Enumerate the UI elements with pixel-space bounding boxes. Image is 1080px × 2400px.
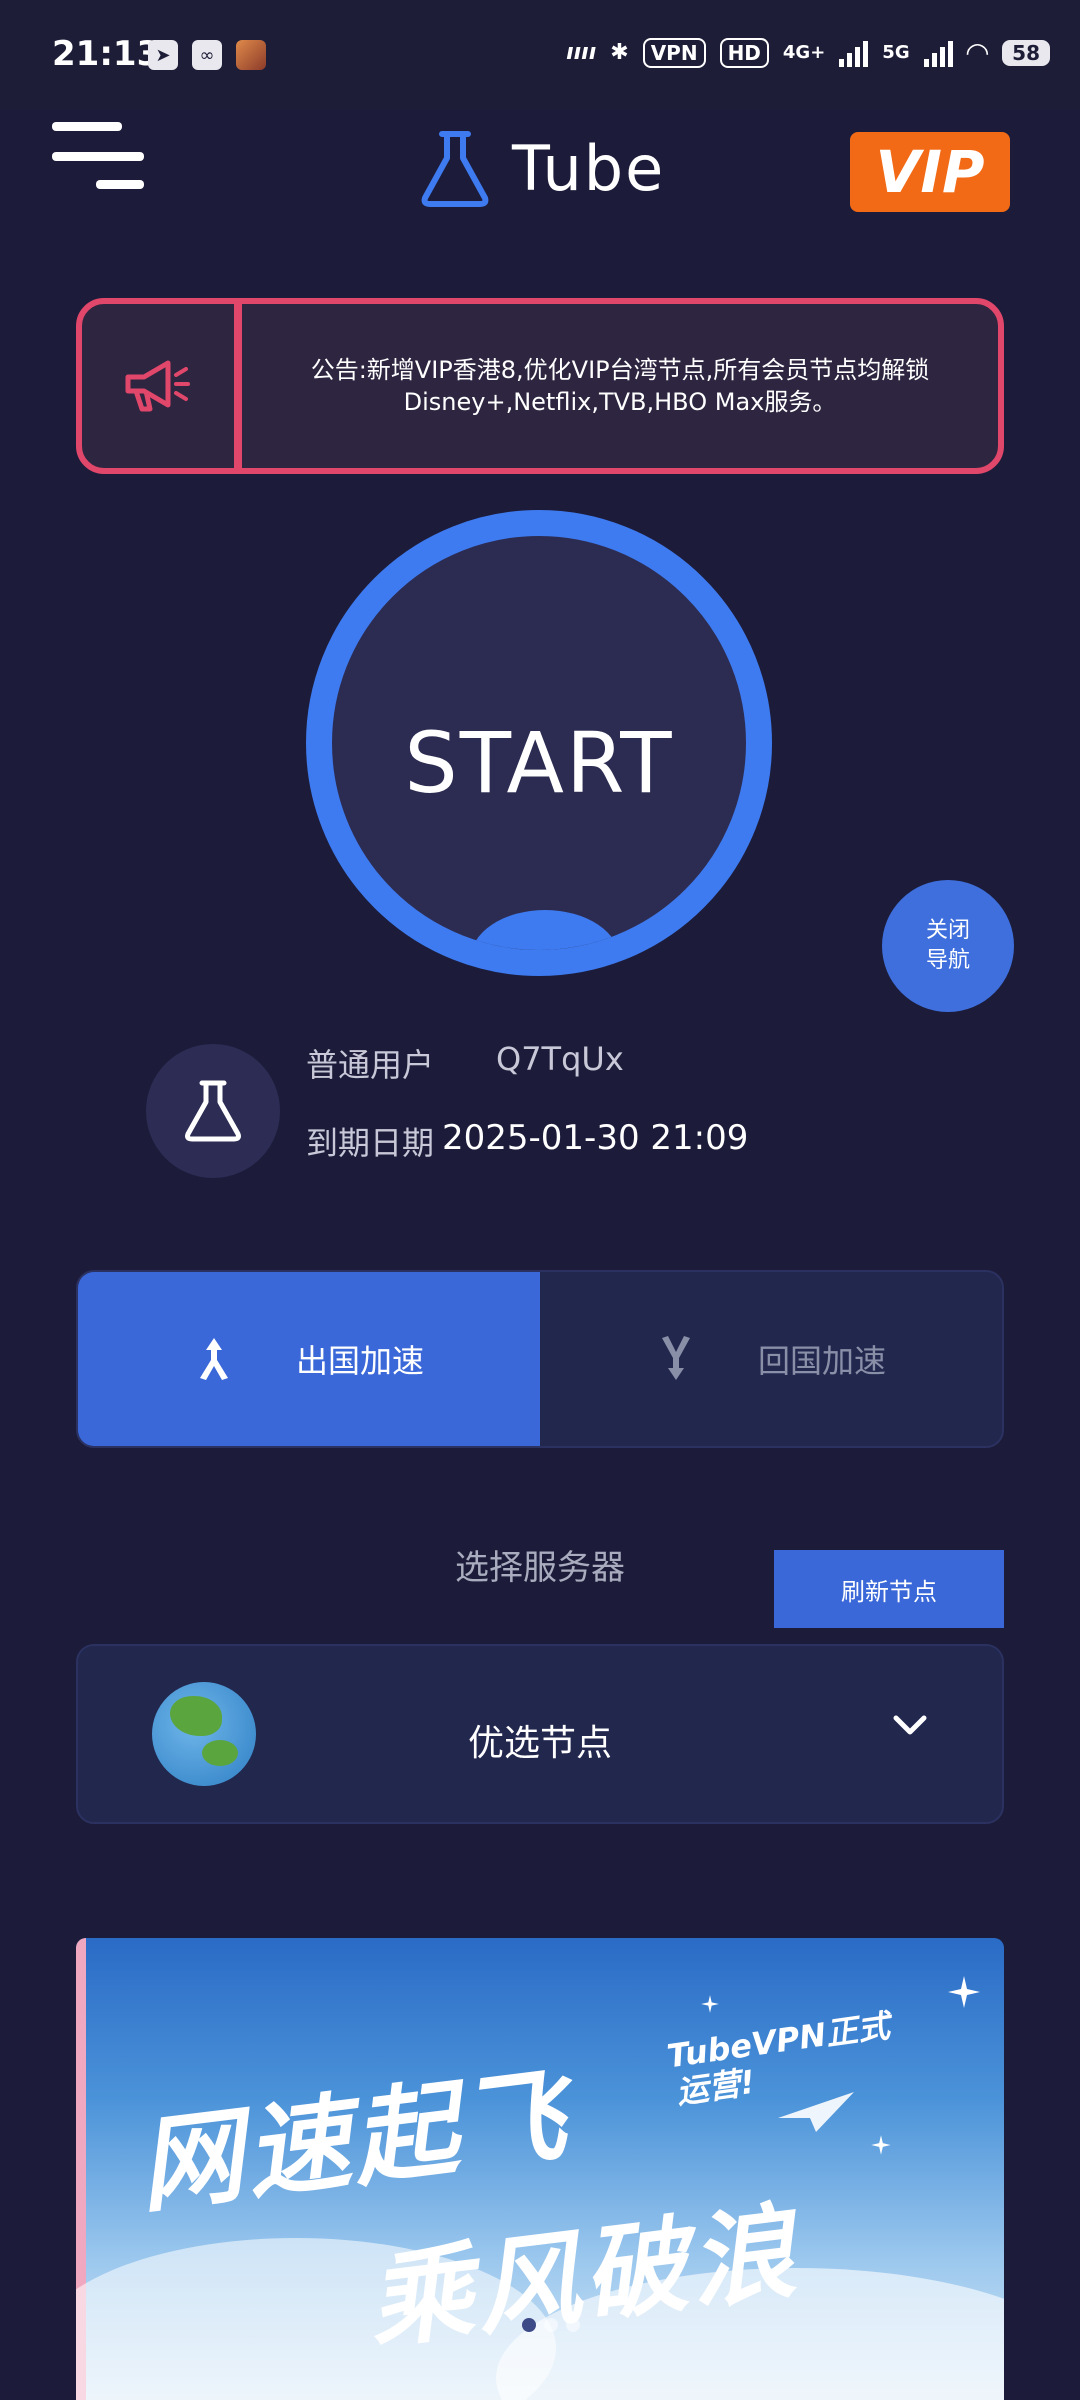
megaphone-icon [125,360,190,412]
expiry-value: 2025-01-30 21:09 [442,1118,749,1158]
expiry-label: 到期日期 [306,1124,435,1162]
vpn-indicator: VPN [642,37,706,68]
menu-button[interactable] [52,122,144,192]
menu-icon-bar [52,152,144,161]
carousel-dot[interactable] [566,2318,580,2332]
announcement-banner: 公告:新增VIP香港8,优化VIP台湾节点,所有会员节点均解锁Disney+,N… [76,298,1004,474]
network-type-2: 5G [882,42,910,63]
inbound-mode-label: 回国加速 [757,1342,886,1380]
banner-tagline-2: 运营! [674,2062,758,2112]
flask-icon [421,131,489,207]
flask-icon [185,1080,241,1142]
signal-icon-1 [839,39,869,67]
app-title: Tube [512,131,666,205]
menu-icon [52,122,122,131]
close-navigation-button[interactable]: 关闭 导航 [882,880,1014,1012]
notification-icons: ➤ ∞ [148,40,266,70]
merge-arrow-icon [661,1336,690,1380]
close-nav-line2: 导航 [925,948,970,973]
user-avatar [146,1044,280,1178]
outbound-mode-label: 出国加速 [295,1342,424,1380]
promo-banner[interactable]: TubeVPN正式 运营! 网速起飞 乘风破浪 [76,1938,1004,2400]
sparkle-icon [948,1976,980,2008]
outbound-mode-tab[interactable]: 出国加速 [78,1272,540,1446]
acceleration-mode-toggle: 出国加速 回国加速 [76,1270,1004,1448]
selected-server-name: 优选节点 [467,1723,612,1764]
telegram-icon: ➤ [148,40,178,70]
game-notification-icon [236,40,266,70]
announcement-text: 公告:新增VIP香港8,优化VIP台湾节点,所有会员节点均解锁Disney+,N… [310,356,930,416]
vip-button[interactable]: VIP [850,132,1010,212]
mi-icon: ıııı [566,40,597,65]
sparkle-icon [871,2135,891,2155]
network-type-1: 4G+ [782,42,826,63]
start-wave-decoration [470,910,620,950]
start-button-label: START [404,714,674,812]
signal-icon-2 [923,39,953,67]
split-arrow-icon [199,1338,228,1380]
announcement-icon-cell [82,304,242,468]
hd-indicator: HD [719,37,769,68]
chevron-down-icon [893,1715,927,1735]
menu-icon-bar [96,180,144,189]
carousel-dot[interactable] [544,2318,558,2332]
refresh-nodes-button[interactable]: 刷新节点 [774,1550,1004,1628]
user-type: 普通用户 [306,1046,435,1084]
system-status-icons: ıııı ✱ VPN HD 4G+ 5G ◠ 58 [566,36,1050,69]
status-bar: 21:13 ➤ ∞ ıııı ✱ VPN HD 4G+ 5G ◠ 58 [0,0,1080,110]
server-selector[interactable]: 优选节点 [76,1644,1004,1824]
carousel-dot[interactable] [522,2318,536,2332]
user-id: Q7TqUx [496,1040,624,1078]
paper-plane-icon [778,2092,854,2132]
sparkle-icon [701,1995,719,2013]
bluetooth-icon: ✱ [610,40,629,65]
battery-indicator: 58 [1002,39,1050,66]
carousel-indicator [522,2318,580,2332]
app-notification-icon: ∞ [192,40,222,70]
wifi-icon: ◠ [966,36,989,69]
close-nav-line1: 关闭 [925,918,970,943]
app-logo: Tube [418,128,665,208]
inbound-mode-tab[interactable]: 回国加速 [540,1272,1002,1446]
status-time: 21:13 [52,34,161,74]
start-button[interactable]: START [306,510,772,976]
